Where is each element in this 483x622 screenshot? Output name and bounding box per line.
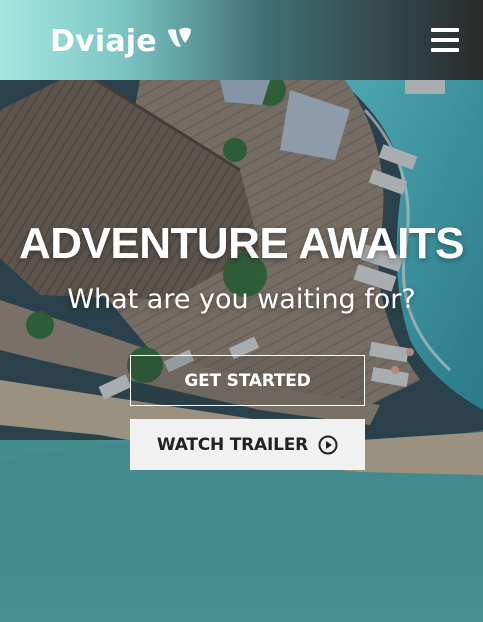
hero-title: ADVENTURE AWAITS [18,219,465,268]
menu-bar-bottom [431,48,459,52]
site-header: Dviaje [0,0,483,80]
get-started-button[interactable]: GET STARTED [130,355,365,406]
brand-name[interactable]: Dviaje [50,22,157,62]
watch-trailer-label: WATCH TRAILER [156,434,309,455]
hamburger-menu-icon[interactable] [431,28,459,52]
typo3-logo-icon [167,27,191,47]
get-started-label: GET STARTED [184,370,311,391]
hero-overlay [0,80,483,622]
menu-bar-middle [431,38,459,42]
watch-trailer-button[interactable]: WATCH TRAILER [130,419,365,470]
brand[interactable]: Dviaje [50,22,193,62]
menu-bar-top [431,28,459,32]
hero-subtitle: What are you waiting for? [67,284,416,315]
hero-section: ADVENTURE AWAITS What are you waiting fo… [0,80,483,622]
play-circle-icon [318,435,338,454]
